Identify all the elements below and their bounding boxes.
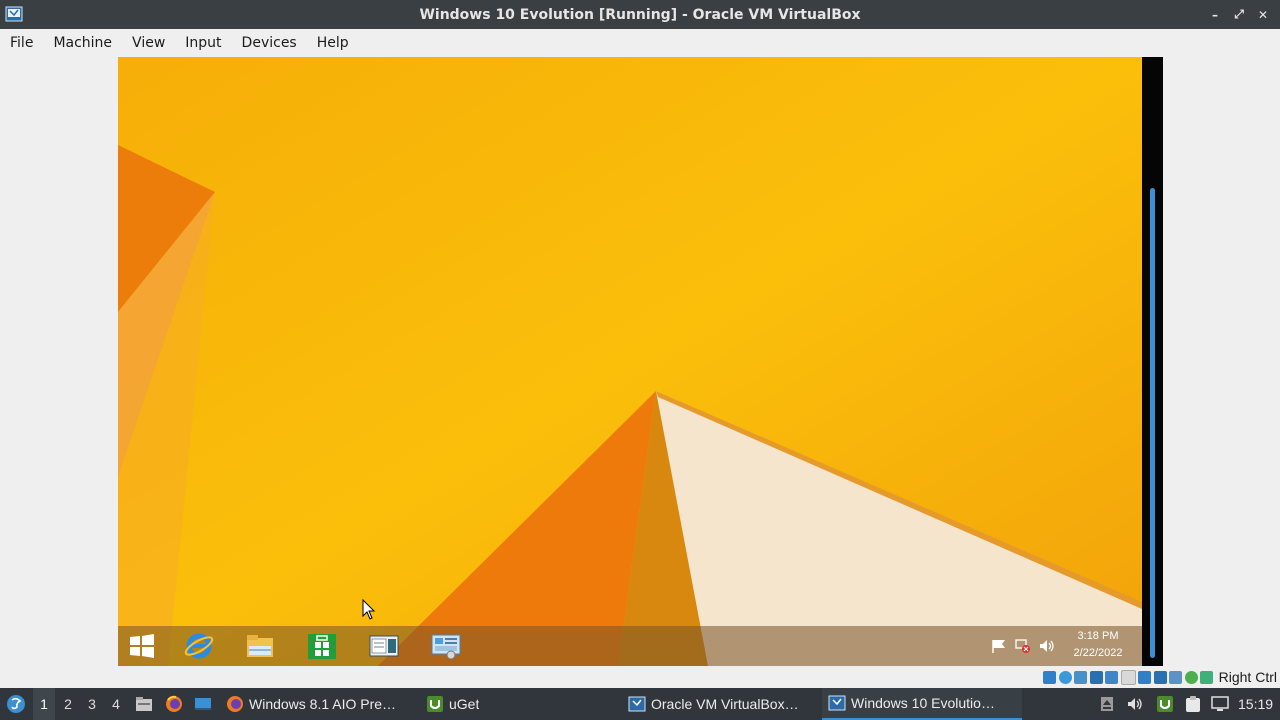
eject-tray[interactable] (1098, 688, 1116, 720)
workspace-3[interactable]: 3 (81, 688, 103, 720)
minimize-button[interactable]: – (1208, 8, 1222, 22)
usb-icon[interactable] (1105, 670, 1119, 684)
menu-devices[interactable]: Devices (232, 29, 307, 57)
mouse-integration-icon[interactable] (1200, 670, 1214, 684)
menubar: File Machine View Input Devices Help (0, 29, 1280, 57)
menu-file[interactable]: File (0, 29, 43, 57)
vbox-statusbar: Right Ctrl (1000, 666, 1280, 688)
guest-clock-date: 2/22/2022 (1073, 647, 1123, 659)
maximize-button[interactable]: ⤢ (1232, 7, 1246, 22)
guest-system-tray (990, 626, 1056, 666)
video-capture-icon[interactable] (1153, 670, 1167, 684)
guest-clock-time: 3:18 PM (1077, 630, 1119, 642)
monitor-icon (1211, 696, 1229, 711)
firefox-icon (227, 696, 243, 712)
internet-explorer-icon[interactable] (184, 632, 214, 660)
virtualbox-icon (5, 6, 23, 22)
clipboard-icon (1186, 696, 1200, 712)
mouse-cursor-icon (362, 599, 376, 620)
show-desktop-launcher[interactable] (193, 688, 213, 720)
network-adapter-icon[interactable] (1089, 670, 1103, 684)
clipboard-tray[interactable] (1182, 688, 1204, 720)
store-icon[interactable] (307, 632, 337, 660)
virtualbox-icon (628, 696, 646, 712)
display-tray[interactable] (1209, 688, 1231, 720)
desktop-icon (195, 698, 211, 710)
task-label: uGet (449, 696, 480, 712)
volume-icon (1128, 698, 1142, 710)
task-virtualbox-manager[interactable]: Oracle VM VirtualBox… (622, 688, 820, 720)
host-clock[interactable]: 15:19 (1238, 688, 1273, 720)
menu-view[interactable]: View (122, 29, 175, 57)
file-manager-icon (136, 697, 152, 711)
start-icon[interactable] (127, 632, 157, 660)
menu-help[interactable]: Help (307, 29, 359, 57)
firefox-icon (166, 695, 182, 712)
window-title: Windows 10 Evolution [Running] - Oracle … (419, 6, 861, 23)
volume-tray[interactable] (1125, 688, 1145, 720)
app-menu-icon (7, 695, 25, 713)
workspace-2[interactable]: 2 (57, 688, 79, 720)
eject-icon (1101, 697, 1113, 711)
guest-wallpaper (118, 57, 1142, 666)
task-label: Windows 10 Evolutio… (851, 695, 995, 711)
guest-clock[interactable]: 3:18 PM 2/22/2022 (1062, 628, 1134, 662)
display-icon[interactable] (1138, 670, 1152, 684)
menu-input[interactable]: Input (175, 29, 231, 57)
task-label: Windows 8.1 AIO Pre… (249, 696, 397, 712)
virtualbox-icon (828, 695, 846, 711)
task-windows81-aio[interactable]: Windows 8.1 AIO Pre… (220, 688, 416, 720)
workspace-1[interactable]: 1 (33, 688, 55, 720)
audio-icon[interactable] (1074, 670, 1088, 684)
reader-icon[interactable] (369, 632, 399, 660)
flag-icon[interactable] (990, 638, 1008, 654)
task-uget[interactable]: uGet (420, 688, 616, 720)
vm-scrollbar-thumb[interactable] (1150, 188, 1155, 658)
uget-icon (1157, 696, 1173, 712)
hard-disk-icon[interactable] (1043, 670, 1057, 684)
close-button[interactable]: ✕ (1256, 8, 1270, 22)
control-panel-icon[interactable] (431, 632, 461, 660)
optical-drive-icon[interactable] (1058, 670, 1072, 684)
task-windows10-evolution[interactable]: Windows 10 Evolutio… (822, 688, 1022, 720)
guest-additions-icon[interactable] (1184, 670, 1198, 684)
task-label: Oracle VM VirtualBox… (651, 696, 799, 712)
host-key-label[interactable]: Right Ctrl (1219, 669, 1277, 685)
host-panel: 1 2 3 4 Windows 8.1 AIO Pre… uGet Oracle… (0, 688, 1280, 720)
menu-machine[interactable]: Machine (43, 29, 122, 57)
app-menu-button[interactable] (4, 688, 28, 720)
uget-tray[interactable] (1154, 688, 1176, 720)
window-controls: – ⤢ ✕ (1208, 0, 1270, 29)
volume-icon[interactable] (1038, 638, 1056, 654)
workspace-4[interactable]: 4 (105, 688, 127, 720)
files-launcher[interactable] (134, 688, 154, 720)
network-icon[interactable] (1014, 638, 1032, 654)
guest-taskbar: 3:18 PM 2/22/2022 (118, 626, 1142, 666)
window-titlebar[interactable]: Windows 10 Evolution [Running] - Oracle … (0, 0, 1280, 29)
virtualization-icon[interactable] (1169, 670, 1183, 684)
file-explorer-icon[interactable] (245, 632, 275, 660)
firefox-launcher[interactable] (164, 688, 184, 720)
uget-icon (427, 696, 443, 712)
shared-folders-icon[interactable] (1120, 669, 1136, 685)
vm-display[interactable]: 3:18 PM 2/22/2022 (118, 57, 1163, 666)
